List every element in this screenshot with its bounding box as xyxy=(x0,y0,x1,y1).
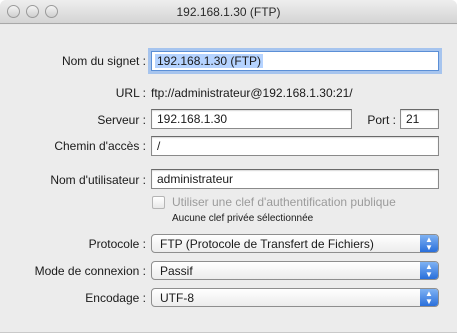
window-title: 192.168.1.30 (FTP) xyxy=(176,5,281,19)
pubkey-checkbox[interactable] xyxy=(152,196,165,209)
encoding-label: Encodage : xyxy=(85,291,146,305)
encoding-popup[interactable]: UTF-8 ▲ ▼ xyxy=(151,288,439,307)
up-down-chevron-icon: ▲ ▼ xyxy=(420,235,438,252)
title-bar[interactable]: 192.168.1.30 (FTP) xyxy=(0,0,457,24)
bookmark-name-label: Nom du signet : xyxy=(61,54,146,68)
url-label: URL : xyxy=(115,86,146,100)
protocol-label: Protocole : xyxy=(88,237,146,251)
up-down-chevron-icon: ▲ ▼ xyxy=(420,262,438,279)
port-field[interactable]: 21 xyxy=(400,109,439,129)
server-label: Serveur : xyxy=(97,113,146,127)
bookmark-name-value: 192.168.1.30 (FTP) xyxy=(155,54,264,68)
pubkey-status: Aucune clef privée sélectionnée xyxy=(172,213,314,224)
bookmark-name-field[interactable]: 192.168.1.30 (FTP) xyxy=(151,51,439,71)
bookmark-form: Nom du signet : 192.168.1.30 (FTP) URL :… xyxy=(0,25,457,333)
path-field[interactable]: / xyxy=(151,136,439,156)
connection-mode-value: Passif xyxy=(160,264,193,278)
protocol-popup[interactable]: FTP (Protocole de Transfert de Fichiers)… xyxy=(151,234,439,253)
connection-mode-popup[interactable]: Passif ▲ ▼ xyxy=(151,261,439,280)
encoding-value: UTF-8 xyxy=(160,291,194,305)
username-field[interactable]: administrateur xyxy=(151,169,439,189)
url-value: ftp://administrateur@192.168.1.30:21/ xyxy=(151,86,353,100)
protocol-value: FTP (Protocole de Transfert de Fichiers) xyxy=(160,237,374,251)
bookmark-window: 192.168.1.30 (FTP) Nom du signet : 192.1… xyxy=(0,0,457,333)
server-field[interactable]: 192.168.1.30 xyxy=(151,109,352,129)
path-label: Chemin d'accès : xyxy=(54,139,146,153)
port-label: Port : xyxy=(367,113,396,127)
connection-mode-label: Mode de connexion : xyxy=(34,264,146,278)
username-label: Nom d'utilisateur : xyxy=(50,173,146,187)
pubkey-checkbox-label: Utiliser une clef d'authentification pub… xyxy=(172,195,396,209)
up-down-chevron-icon: ▲ ▼ xyxy=(420,289,438,306)
